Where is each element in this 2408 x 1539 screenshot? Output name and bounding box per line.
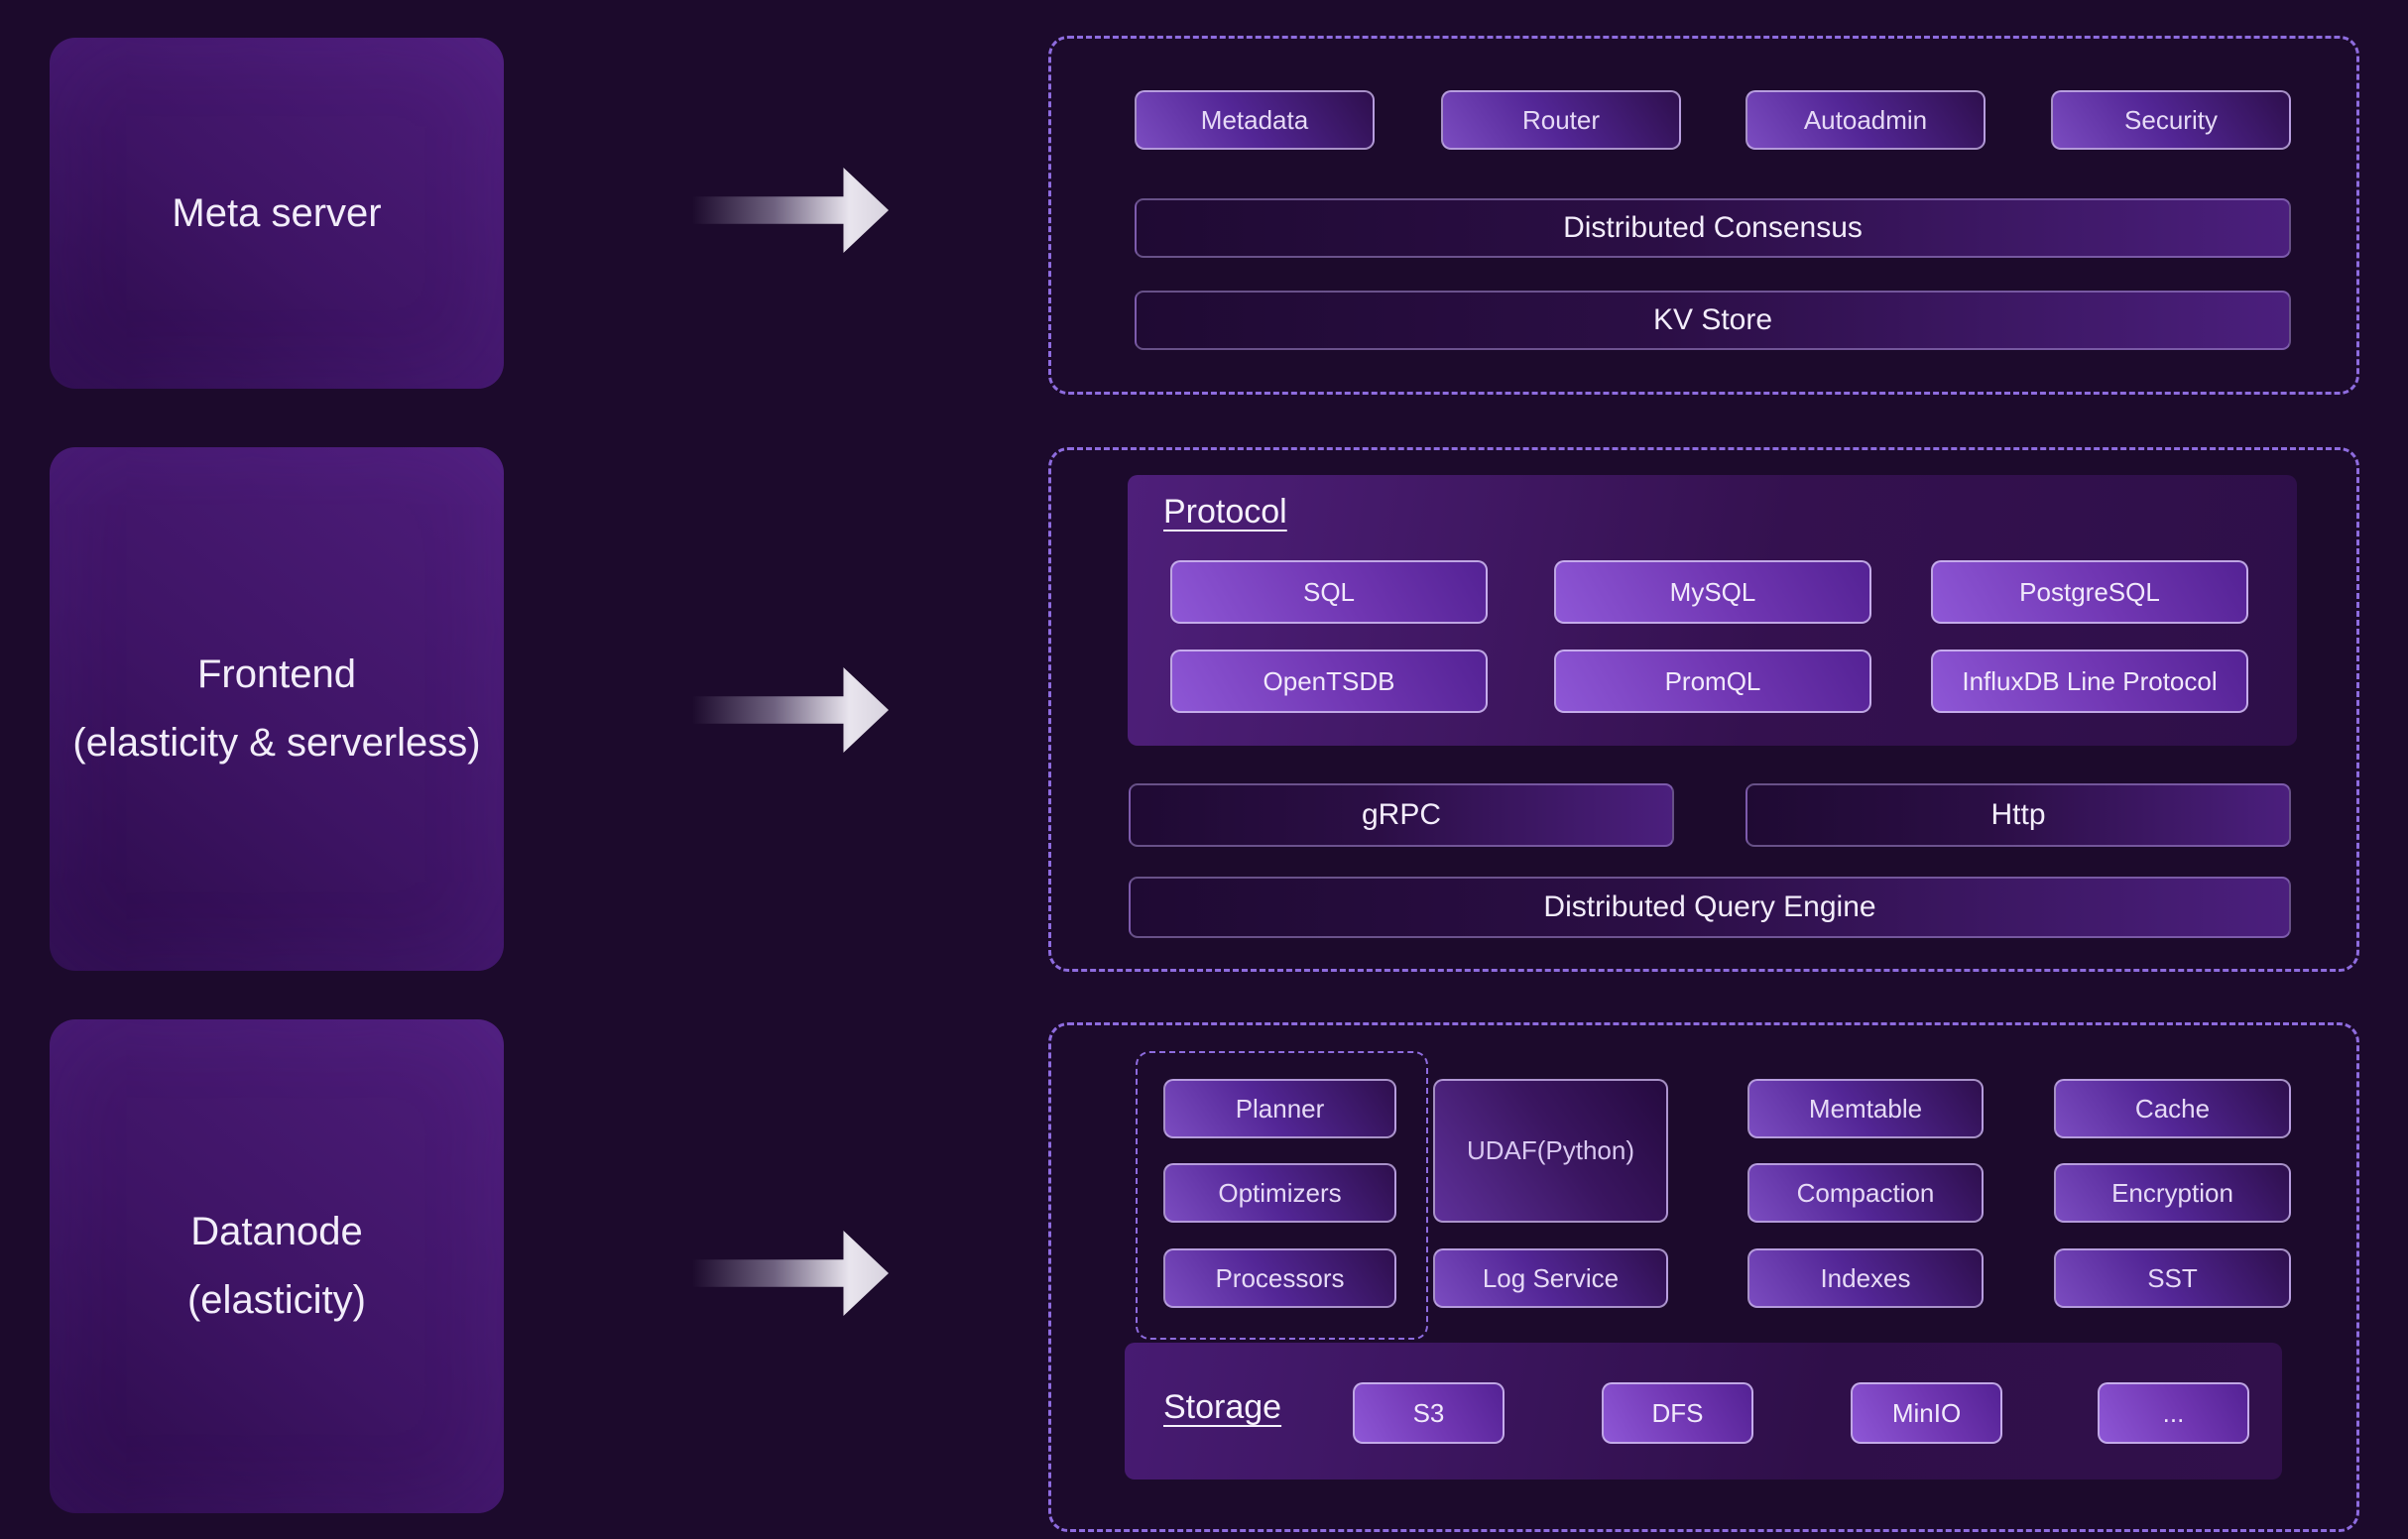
arrow-right-icon <box>692 168 889 253</box>
block-minio: MinIO <box>1851 1382 2002 1444</box>
block-encryption: Encryption <box>2054 1163 2291 1223</box>
block-router: Router <box>1441 90 1681 150</box>
storage-panel: Storage S3 DFS MinIO ... <box>1125 1343 2282 1480</box>
block-security: Security <box>2051 90 2291 150</box>
distributed-query-engine-bar: Distributed Query Engine <box>1129 877 2291 938</box>
block-postgresql: PostgreSQL <box>1931 560 2248 624</box>
grpc-bar: gRPC <box>1129 783 1674 847</box>
frontend-label-line2: (elasticity & serverless) <box>72 721 480 766</box>
frontend-label-line1: Frontend <box>197 652 356 697</box>
block-metadata: Metadata <box>1135 90 1375 150</box>
block-ellipsis: ... <box>2098 1382 2249 1444</box>
block-cache: Cache <box>2054 1079 2291 1138</box>
frontend-box: Frontend (elasticity & serverless) <box>50 447 504 971</box>
protocol-panel: Protocol SQL MySQL PostgreSQL OpenTSDB P… <box>1128 475 2297 746</box>
http-bar: Http <box>1746 783 2291 847</box>
distributed-consensus-bar: Distributed Consensus <box>1135 198 2291 258</box>
arrow-right-icon <box>692 667 889 753</box>
meta-server-label: Meta server <box>172 191 381 236</box>
datanode-label-line1: Datanode <box>190 1210 362 1254</box>
block-s3: S3 <box>1353 1382 1505 1444</box>
datanode-label-line2: (elasticity) <box>187 1278 366 1323</box>
block-udaf-python: UDAF(Python) <box>1433 1079 1668 1223</box>
protocol-title: Protocol <box>1163 493 1287 532</box>
architecture-diagram: Meta server Frontend (elasticity & serve… <box>0 0 2408 1539</box>
datanode-section: Planner Optimizers Processors UDAF(Pytho… <box>1048 1022 2359 1532</box>
frontend-section: Protocol SQL MySQL PostgreSQL OpenTSDB P… <box>1048 447 2359 972</box>
block-optimizers: Optimizers <box>1163 1163 1396 1223</box>
block-autoadmin: Autoadmin <box>1746 90 1986 150</box>
datanode-box: Datanode (elasticity) <box>50 1019 504 1513</box>
block-promql: PromQL <box>1554 650 1871 713</box>
block-log-service: Log Service <box>1433 1248 1668 1308</box>
block-memtable: Memtable <box>1747 1079 1984 1138</box>
block-sql: SQL <box>1170 560 1488 624</box>
block-compaction: Compaction <box>1747 1163 1984 1223</box>
block-mysql: MySQL <box>1554 560 1871 624</box>
storage-title: Storage <box>1163 1388 1281 1427</box>
block-planner: Planner <box>1163 1079 1396 1138</box>
block-processors: Processors <box>1163 1248 1396 1308</box>
meta-server-section: Metadata Router Autoadmin Security Distr… <box>1048 36 2359 395</box>
kv-store-bar: KV Store <box>1135 291 2291 350</box>
block-sst: SST <box>2054 1248 2291 1308</box>
block-indexes: Indexes <box>1747 1248 1984 1308</box>
block-opentsdb: OpenTSDB <box>1170 650 1488 713</box>
meta-server-box: Meta server <box>50 38 504 389</box>
arrow-right-icon <box>692 1231 889 1316</box>
block-influxdb-line-protocol: InfluxDB Line Protocol <box>1931 650 2248 713</box>
block-dfs: DFS <box>1602 1382 1753 1444</box>
